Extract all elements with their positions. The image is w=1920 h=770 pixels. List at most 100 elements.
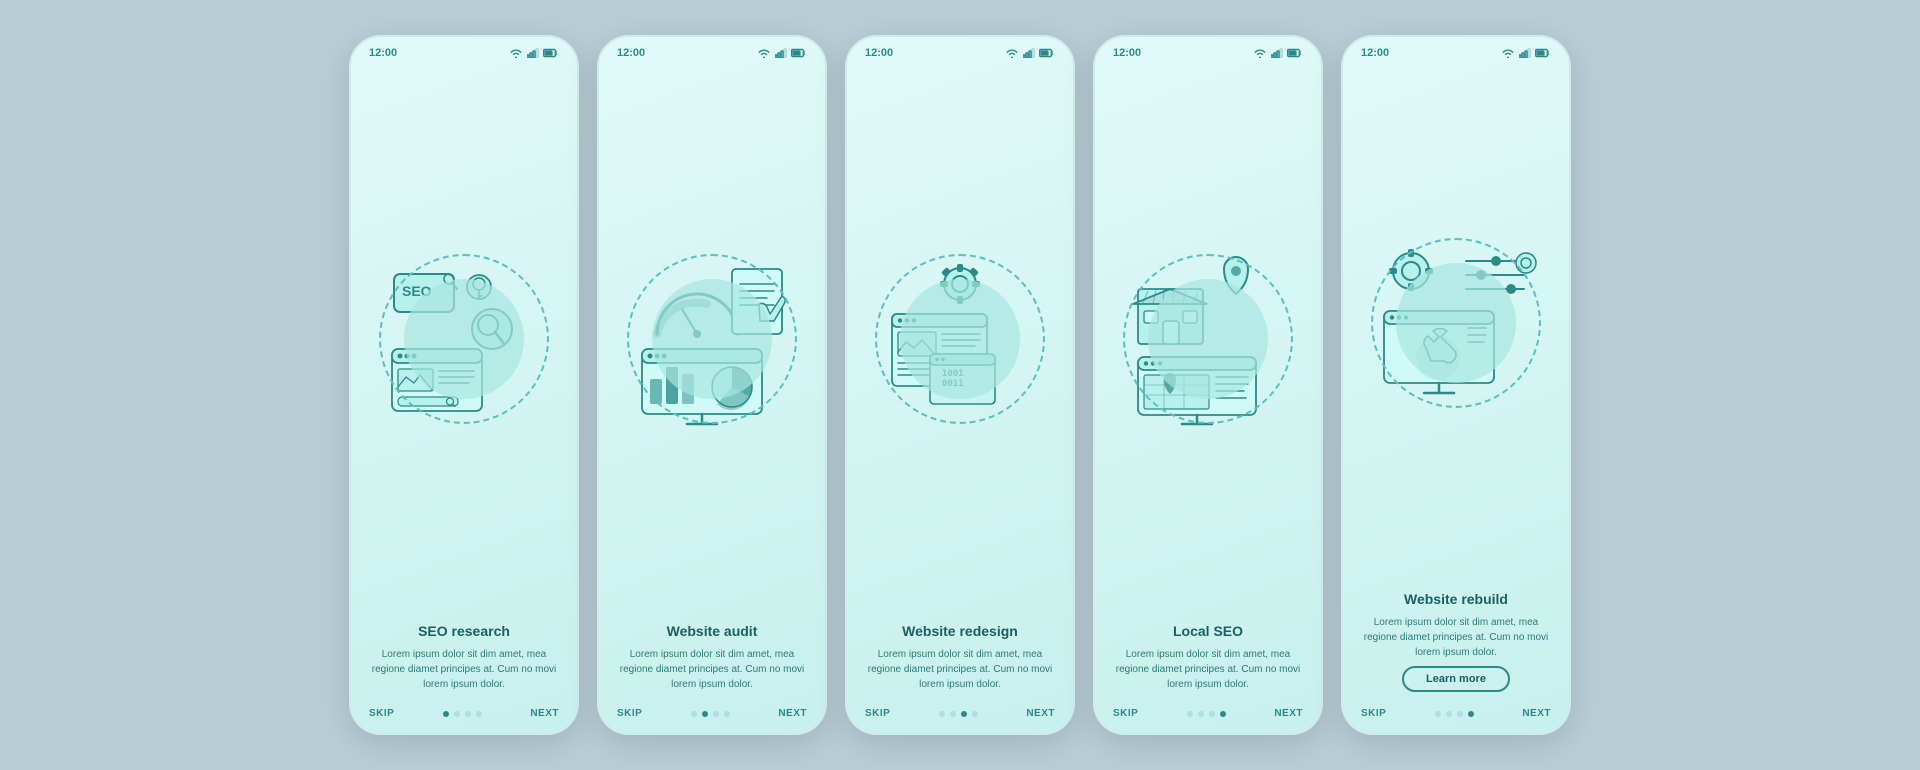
- card-nav-4: SKIP NEXT: [1095, 702, 1321, 733]
- battery-icon-2: [791, 48, 807, 58]
- status-time-1: 12:00: [369, 47, 397, 59]
- dashed-circle-3: [875, 254, 1045, 424]
- status-icons-4: [1253, 48, 1303, 58]
- card-title-5: Website rebuild: [1361, 591, 1551, 607]
- illustration-area-3: 1001 0011: [847, 63, 1073, 615]
- card-content-5: Website rebuild Lorem ipsum dolor sit di…: [1343, 583, 1569, 702]
- next-button-4[interactable]: NEXT: [1274, 708, 1303, 719]
- card-text-2: Lorem ipsum dolor sit dim amet, mea regi…: [617, 647, 807, 692]
- nav-dots-5: [1435, 711, 1474, 717]
- card-content-2: Website audit Lorem ipsum dolor sit dim …: [599, 615, 825, 702]
- status-bar-4: 12:00: [1095, 37, 1321, 63]
- card-content-4: Local SEO Lorem ipsum dolor sit dim amet…: [1095, 615, 1321, 702]
- dot-5-2: [1457, 711, 1463, 717]
- status-time-2: 12:00: [617, 47, 645, 59]
- dot-2-0: [691, 711, 697, 717]
- signal-icon-2: [775, 48, 787, 58]
- status-time-3: 12:00: [865, 47, 893, 59]
- card-nav-5: SKIP NEXT: [1343, 702, 1569, 733]
- dot-3-2: [961, 711, 967, 717]
- dot-4-3: [1220, 711, 1226, 717]
- card-title-4: Local SEO: [1113, 623, 1303, 639]
- illustration-area-2: [599, 63, 825, 615]
- dot-4-0: [1187, 711, 1193, 717]
- skip-button-1[interactable]: SKIP: [369, 708, 394, 719]
- skip-button-2[interactable]: SKIP: [617, 708, 642, 719]
- wifi-icon-1: [509, 48, 523, 58]
- status-bar-5: 12:00: [1343, 37, 1569, 63]
- card-nav-2: SKIP NEXT: [599, 702, 825, 733]
- signal-icon-5: [1519, 48, 1531, 58]
- status-time-5: 12:00: [1361, 47, 1389, 59]
- skip-button-4[interactable]: SKIP: [1113, 708, 1138, 719]
- status-bar-1: 12:00: [351, 37, 577, 63]
- dot-3-0: [939, 711, 945, 717]
- battery-icon-1: [543, 48, 559, 58]
- dashed-circle-5: [1371, 238, 1541, 408]
- dot-2-3: [724, 711, 730, 717]
- card-text-4: Lorem ipsum dolor sit dim amet, mea regi…: [1113, 647, 1303, 692]
- dashed-circle-2: [627, 254, 797, 424]
- signal-icon-1: [527, 48, 539, 58]
- learn-more-button[interactable]: Learn more: [1402, 666, 1510, 692]
- wifi-icon-3: [1005, 48, 1019, 58]
- dot-5-0: [1435, 711, 1441, 717]
- illustration-area-4: [1095, 63, 1321, 615]
- nav-dots-1: [443, 711, 482, 717]
- skip-button-5[interactable]: SKIP: [1361, 708, 1386, 719]
- next-button-2[interactable]: NEXT: [778, 708, 807, 719]
- nav-dots-3: [939, 711, 978, 717]
- phone-card-seo-research: 12:00: [349, 35, 579, 735]
- card-title-3: Website redesign: [865, 623, 1055, 639]
- signal-icon-3: [1023, 48, 1035, 58]
- dot-4-1: [1198, 711, 1204, 717]
- card-title-1: SEO research: [369, 623, 559, 639]
- status-icons-3: [1005, 48, 1055, 58]
- skip-button-3[interactable]: SKIP: [865, 708, 890, 719]
- status-icons-5: [1501, 48, 1551, 58]
- phone-card-website-redesign: 12:00: [845, 35, 1075, 735]
- illustration-area-5: [1343, 63, 1569, 583]
- status-icons-2: [757, 48, 807, 58]
- next-button-1[interactable]: NEXT: [530, 708, 559, 719]
- signal-icon-4: [1271, 48, 1283, 58]
- card-text-5: Lorem ipsum dolor sit dim amet, mea regi…: [1361, 615, 1551, 660]
- next-button-5[interactable]: NEXT: [1522, 708, 1551, 719]
- next-button-3[interactable]: NEXT: [1026, 708, 1055, 719]
- wifi-icon-5: [1501, 48, 1515, 58]
- wifi-icon-2: [757, 48, 771, 58]
- card-content-1: SEO research Lorem ipsum dolor sit dim a…: [351, 615, 577, 702]
- wifi-icon-4: [1253, 48, 1267, 58]
- battery-icon-4: [1287, 48, 1303, 58]
- dot-5-3: [1468, 711, 1474, 717]
- dot-1-2: [465, 711, 471, 717]
- card-content-3: Website redesign Lorem ipsum dolor sit d…: [847, 615, 1073, 702]
- card-text-3: Lorem ipsum dolor sit dim amet, mea regi…: [865, 647, 1055, 692]
- card-nav-3: SKIP NEXT: [847, 702, 1073, 733]
- card-title-2: Website audit: [617, 623, 807, 639]
- dashed-circle-4: [1123, 254, 1293, 424]
- dot-1-1: [454, 711, 460, 717]
- status-icons-1: [509, 48, 559, 58]
- dot-3-1: [950, 711, 956, 717]
- status-bar-2: 12:00: [599, 37, 825, 63]
- dot-3-3: [972, 711, 978, 717]
- nav-dots-2: [691, 711, 730, 717]
- dot-1-0: [443, 711, 449, 717]
- dot-2-1: [702, 711, 708, 717]
- dashed-circle-1: [379, 254, 549, 424]
- phone-card-website-rebuild: 12:00: [1341, 35, 1571, 735]
- dot-2-2: [713, 711, 719, 717]
- nav-dots-4: [1187, 711, 1226, 717]
- dot-1-3: [476, 711, 482, 717]
- phone-card-website-audit: 12:00: [597, 35, 827, 735]
- cards-container: 12:00: [349, 35, 1571, 735]
- status-bar-3: 12:00: [847, 37, 1073, 63]
- status-time-4: 12:00: [1113, 47, 1141, 59]
- card-text-1: Lorem ipsum dolor sit dim amet, mea regi…: [369, 647, 559, 692]
- illustration-area-1: SEO: [351, 63, 577, 615]
- battery-icon-5: [1535, 48, 1551, 58]
- battery-icon-3: [1039, 48, 1055, 58]
- card-nav-1: SKIP NEXT: [351, 702, 577, 733]
- dot-4-2: [1209, 711, 1215, 717]
